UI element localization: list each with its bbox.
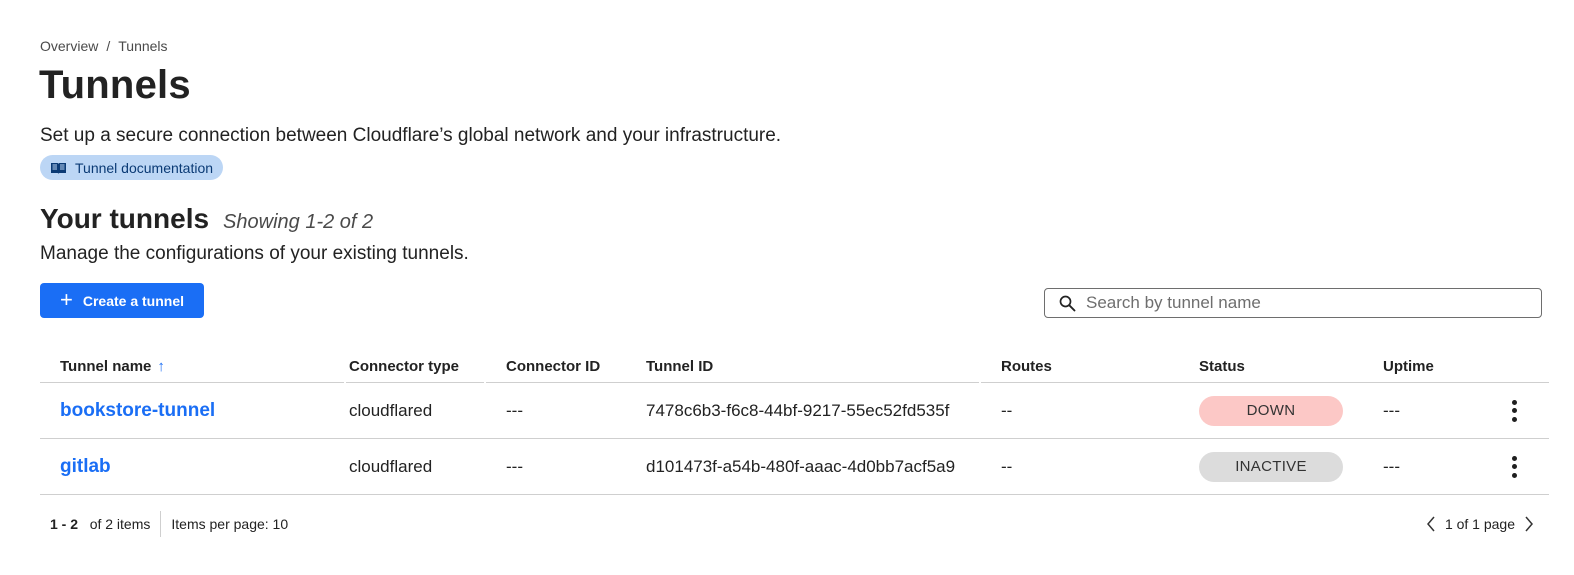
column-header-tunnel-name[interactable]: Tunnel name ↑ [60,358,165,375]
tunnel-documentation-label: Tunnel documentation [75,159,214,176]
uptime-cell: --- [1383,456,1400,476]
status-badge: DOWN [1199,395,1343,426]
tunnel-name-link[interactable]: bookstore-tunnel [60,400,215,422]
search-icon [1059,295,1076,311]
items-per-page[interactable]: Items per page: 10 [171,516,288,532]
search-input[interactable] [1086,293,1526,313]
uptime-cell: --- [1383,400,1400,420]
chevron-left-icon[interactable] [1425,515,1437,533]
page-title: Tunnels [39,63,191,107]
results-count: Showing 1-2 of 2 [223,211,374,233]
tunnel-documentation-link[interactable]: Tunnel documentation [40,155,224,180]
book-icon [51,162,66,174]
table-row: gitlab cloudflared --- d101473f-a54b-480… [40,439,1549,495]
chevron-right-icon[interactable] [1523,515,1535,533]
column-header-tunnel-id: Tunnel ID [646,357,714,375]
status-badge: INACTIVE [1199,451,1343,482]
routes-cell: -- [1001,400,1013,420]
breadcrumb-separator: / [106,38,111,54]
pagination-divider [160,511,162,537]
connector-id-cell: --- [506,456,523,476]
table-row: bookstore-tunnel cloudflared --- 7478c6b… [40,383,1549,439]
tunnel-id-cell: d101473f-a54b-480f-aaac-4d0bb7acf5a9 [646,456,956,476]
column-header-routes: Routes [1001,357,1052,375]
row-actions-menu-icon[interactable] [1506,399,1522,423]
routes-cell: -- [1001,456,1013,476]
connector-id-cell: --- [506,400,523,420]
section-title: Your tunnels [40,203,210,234]
table-header: Tunnel name ↑ Connector type Connector ID… [40,350,1549,383]
breadcrumb-current: Tunnels [118,38,168,54]
section-header: Your tunnels Showing 1-2 of 2 [40,203,373,235]
tunnel-name-link[interactable]: gitlab [60,456,111,478]
column-header-uptime: Uptime [1383,357,1434,375]
breadcrumb-overview[interactable]: Overview [40,38,98,54]
breadcrumb: Overview / Tunnels [40,38,168,54]
connector-type-cell: cloudflared [349,456,433,476]
page-indicator: 1 of 1 page [1444,516,1515,532]
tunnels-table: Tunnel name ↑ Connector type Connector ID… [40,350,1549,495]
section-description: Manage the configurations of your existi… [40,243,469,264]
plus-icon: + [60,286,73,312]
create-tunnel-button[interactable]: + Create a tunnel [40,283,204,318]
column-header-connector-id: Connector ID [506,357,601,375]
connector-type-cell: cloudflared [349,400,433,420]
create-tunnel-label: Create a tunnel [82,292,184,309]
row-actions-menu-icon[interactable] [1506,455,1522,479]
sort-ascending-icon[interactable]: ↑ [157,358,165,375]
page-description: Set up a secure connection between Cloud… [40,125,782,146]
search-box[interactable] [1044,288,1542,318]
pagination-range: 1 - 2 of 2 items [50,516,151,532]
tunnel-id-cell: 7478c6b3-f6c8-44bf-9217-55ec52fd535f [646,400,950,420]
pagination-bar: 1 - 2 of 2 items Items per page: 10 1 of… [40,508,1549,540]
column-header-connector-type: Connector type [349,357,460,375]
column-header-status: Status [1199,357,1245,375]
page-navigator: 1 of 1 page [1425,515,1535,533]
